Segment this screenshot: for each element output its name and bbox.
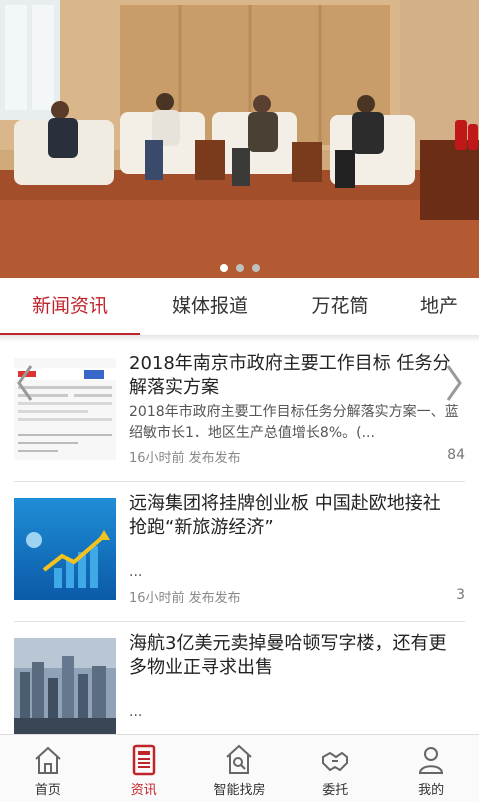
- news-list: 2018年南京市政府主要工作目标 任务分解落实方案 2018年市政府主要工作目标…: [0, 342, 479, 762]
- view-count: 3: [456, 587, 465, 603]
- category-tabs: 新闻资讯 媒体报道 万花筒 地产: [0, 278, 479, 336]
- nav-home[interactable]: 首页: [0, 735, 96, 802]
- nav-news-label: 资讯: [130, 783, 157, 798]
- next-arrow-button[interactable]: [439, 360, 469, 406]
- carousel-dot[interactable]: [235, 264, 244, 272]
- list-item[interactable]: 2018年南京市政府主要工作目标 任务分解落实方案 2018年市政府主要工作目标…: [14, 342, 465, 482]
- news-meta: 16小时前 发布发布: [129, 451, 241, 466]
- view-count: 84: [447, 447, 465, 463]
- chevron-left-icon: [17, 365, 33, 401]
- nav-entrust-label: 委托: [322, 783, 349, 798]
- carousel-indicators: [0, 264, 479, 272]
- nav-smart-house-search-label: 智能找房: [213, 783, 266, 798]
- home-icon: [35, 746, 61, 774]
- banner-photo: [0, 0, 479, 278]
- carousel-dot[interactable]: [251, 264, 260, 272]
- house-search-icon: [226, 744, 253, 774]
- list-item[interactable]: 远海集团将挂牌创业板 中国赴欧地接社 抢跑“新旅游经济” ... 16小时前 发…: [14, 482, 465, 622]
- nav-news[interactable]: 资讯: [96, 735, 192, 802]
- tab-kaleidoscope[interactable]: 万花筒: [280, 278, 400, 335]
- news-thumbnail: [14, 638, 116, 740]
- nav-mine[interactable]: 我的: [383, 735, 479, 802]
- banner-carousel[interactable]: [0, 0, 479, 278]
- nav-mine-label: 我的: [418, 783, 445, 798]
- nav-home-label: 首页: [34, 783, 61, 798]
- nav-entrust[interactable]: 委托: [287, 735, 383, 802]
- previous-arrow-button[interactable]: [10, 360, 40, 406]
- chevron-right-icon: [446, 365, 462, 401]
- carousel-dot[interactable]: [219, 264, 228, 272]
- news-thumbnail: [14, 498, 116, 600]
- user-icon: [419, 747, 444, 774]
- news-title: 2018年南京市政府主要工作目标 任务分解落实方案: [129, 353, 451, 398]
- news-title: 远海集团将挂牌创业板 中国赴欧地接社 抢跑“新旅游经济”: [129, 493, 441, 538]
- news-summary: 2018年市政府主要工作目标任务分解落实方案一、蓝绍敏市长1．地区生产总值增长8…: [129, 404, 459, 441]
- nav-smart-house-search[interactable]: 智能找房: [192, 735, 288, 802]
- news-meta: 16小时前 发布发布: [129, 591, 241, 606]
- handshake-icon: [322, 751, 349, 772]
- bottom-navigation: 首页 资讯 智能找房 委托 我的: [0, 734, 479, 802]
- tab-news[interactable]: 新闻资讯: [0, 278, 140, 335]
- tab-media-reports[interactable]: 媒体报道: [140, 278, 280, 335]
- tab-real-estate[interactable]: 地产: [400, 278, 479, 335]
- news-icon: [132, 744, 155, 776]
- news-title: 海航3亿美元卖掉曼哈顿写字楼，还有更多物业正寻求出售: [129, 633, 447, 678]
